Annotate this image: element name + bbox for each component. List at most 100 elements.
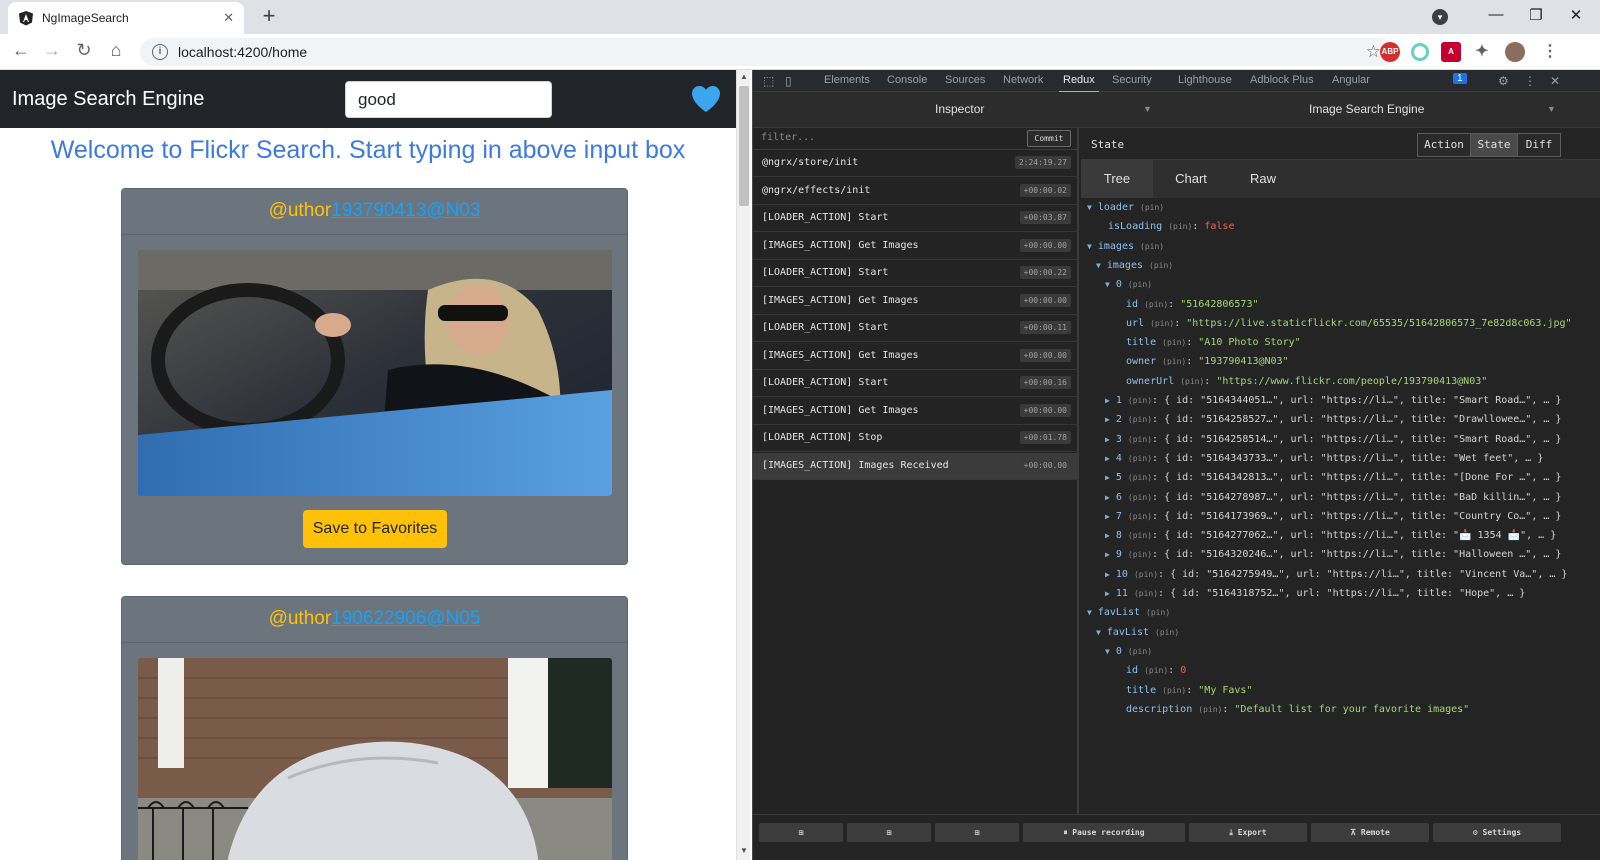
collapsed-arrow-icon[interactable]: ▶	[1105, 512, 1110, 521]
bookmark-star-icon[interactable]: ☆	[1366, 42, 1381, 62]
close-window-icon[interactable]: ✕	[1556, 6, 1596, 24]
action-row[interactable]: [LOADER_ACTION] Stop +00:01.78	[753, 425, 1079, 452]
pin-link[interactable]: (pin)	[1128, 473, 1152, 482]
tree-node[interactable]: ▼ images (pin)	[1096, 260, 1173, 278]
tree-node[interactable]: ▶ 7 (pin): { id: "5164173969…", url: "ht…	[1105, 511, 1561, 529]
pin-link[interactable]: (pin)	[1162, 686, 1186, 695]
author-link[interactable]: 190622906@N05	[331, 608, 480, 629]
address-bar[interactable]: i localhost:4200/home ☆	[140, 38, 1395, 66]
action-row[interactable]: [IMAGES_ACTION] Get Images +00:00.00	[753, 398, 1079, 425]
pin-link[interactable]: (pin)	[1140, 242, 1164, 251]
collapsed-arrow-icon[interactable]: ▶	[1105, 415, 1110, 424]
inspect-element-icon[interactable]: ⬚	[763, 74, 774, 88]
collapsed-arrow-icon[interactable]: ▶	[1105, 493, 1110, 502]
commit-button[interactable]: Commit	[1027, 130, 1071, 147]
expanded-arrow-icon[interactable]: ▼	[1105, 647, 1110, 656]
action-row[interactable]: @ngrx/effects/init +00:00.02	[753, 178, 1079, 205]
pin-link[interactable]: (pin)	[1128, 435, 1152, 444]
action-row[interactable]: [LOADER_ACTION] Start +00:00.11	[753, 315, 1079, 342]
action-filter[interactable]: filter... Commit	[753, 128, 1079, 150]
action-row[interactable]: [LOADER_ACTION] Start +00:00.22	[753, 260, 1079, 287]
site-info-icon[interactable]: i	[152, 44, 168, 60]
pin-link[interactable]: (pin)	[1162, 338, 1186, 347]
inspector-dropdown-icon[interactable]: ▼	[1143, 104, 1152, 114]
profile-avatar[interactable]	[1505, 42, 1525, 62]
pin-link[interactable]: (pin)	[1128, 512, 1152, 521]
tree-node[interactable]: ▼ favList (pin)	[1087, 607, 1170, 625]
collapsed-arrow-icon[interactable]: ▶	[1105, 435, 1110, 444]
new-tab-icon[interactable]: +	[256, 4, 282, 30]
collapsed-arrow-icon[interactable]: ▶	[1105, 396, 1110, 405]
action-row[interactable]: @ngrx/store/init 2:24:19.27	[753, 150, 1079, 177]
devtools-tab-adblock-plus[interactable]: Adblock Plus	[1250, 74, 1314, 86]
pin-link[interactable]: (pin)	[1128, 280, 1152, 289]
extensions-puzzle-icon[interactable]: ✦	[1472, 42, 1492, 62]
collapsed-arrow-icon[interactable]: ▶	[1105, 473, 1110, 482]
view-tab-chart[interactable]: Chart	[1155, 160, 1227, 198]
segment-state[interactable]: State	[1470, 133, 1518, 157]
pin-link[interactable]: (pin)	[1128, 550, 1152, 559]
pin-link[interactable]: (pin)	[1150, 319, 1174, 328]
segment-diff[interactable]: Diff	[1517, 133, 1561, 157]
export-button[interactable]: ⤓ Export	[1189, 823, 1307, 842]
tree-node[interactable]: ▶ 8 (pin): { id: "5164277062…", url: "ht…	[1105, 530, 1556, 548]
tree-node[interactable]: ▶ 10 (pin): { id: "5164275949…", url: "h…	[1105, 569, 1567, 587]
search-input[interactable]	[345, 81, 552, 118]
tree-node[interactable]: ▶ 9 (pin): { id: "5164320246…", url: "ht…	[1105, 549, 1561, 567]
monitor-dropdown-icon[interactable]: ▼	[1547, 104, 1556, 114]
app-brand[interactable]: Image Search Engine	[12, 88, 204, 111]
reload-icon[interactable]: ↻	[72, 40, 96, 61]
devtools-tab-sources[interactable]: Sources	[945, 74, 985, 86]
pin-link[interactable]: (pin)	[1128, 396, 1152, 405]
action-row[interactable]: [LOADER_ACTION] Start +00:03.87	[753, 205, 1079, 232]
expanded-arrow-icon[interactable]: ▼	[1105, 280, 1110, 289]
monitor-title[interactable]: Image Search Engine	[1309, 102, 1424, 116]
devtools-tab-console[interactable]: Console	[887, 74, 927, 86]
author-link[interactable]: 193790413@N03	[331, 200, 480, 221]
pin-link[interactable]: (pin)	[1155, 628, 1179, 637]
pin-link[interactable]: (pin)	[1162, 357, 1186, 366]
view-tab-tree[interactable]: Tree	[1081, 160, 1153, 198]
action-row[interactable]: [IMAGES_ACTION] Get Images +00:00.00	[753, 233, 1079, 260]
view-tab-raw[interactable]: Raw	[1227, 160, 1299, 198]
collapsed-arrow-icon[interactable]: ▶	[1105, 454, 1110, 463]
pin-link[interactable]: (pin)	[1128, 647, 1152, 656]
action-row[interactable]: [IMAGES_ACTION] Get Images +00:00.00	[753, 288, 1079, 315]
pin-link[interactable]: (pin)	[1146, 608, 1170, 617]
remote-button[interactable]: ⊼ Remote	[1311, 823, 1429, 842]
tree-node[interactable]: ▼ images (pin)	[1087, 241, 1164, 259]
restore-icon[interactable]: ❐	[1516, 6, 1556, 24]
expanded-arrow-icon[interactable]: ▼	[1096, 628, 1101, 637]
tree-node[interactable]: ▶ 11 (pin): { id: "5164318752…", url: "h…	[1105, 588, 1525, 606]
tree-node[interactable]: ▼ 0 (pin)	[1105, 646, 1152, 664]
close-tab-icon[interactable]: ✕	[223, 10, 234, 26]
pin-link[interactable]: (pin)	[1149, 261, 1173, 270]
action-row[interactable]: [LOADER_ACTION] Start +00:00.16	[753, 370, 1079, 397]
pause-recording-button[interactable]: ⏸ Pause recording	[1023, 823, 1185, 842]
tree-node[interactable]: ▶ 2 (pin): { id: "5164258527…", url: "ht…	[1105, 414, 1561, 432]
segment-action[interactable]: Action	[1417, 133, 1471, 157]
scroll-down-icon[interactable]: ▼	[740, 846, 748, 855]
page-scrollbar[interactable]: ▲ ▼	[736, 70, 750, 860]
devtools-tab-security[interactable]: Security	[1112, 74, 1152, 86]
pin-link[interactable]: (pin)	[1180, 377, 1204, 386]
dock-bottom-icon[interactable]: ⊞	[935, 823, 1019, 842]
pin-link[interactable]: (pin)	[1128, 531, 1152, 540]
extension-ring-icon[interactable]	[1411, 43, 1429, 61]
collapsed-arrow-icon[interactable]: ▶	[1105, 550, 1110, 559]
tree-node[interactable]: ▼ 0 (pin)	[1105, 279, 1152, 297]
devtools-tab-elements[interactable]: Elements	[824, 74, 870, 86]
devtools-tab-lighthouse[interactable]: Lighthouse	[1178, 74, 1232, 86]
pin-link[interactable]: (pin)	[1128, 454, 1152, 463]
issues-badge[interactable]: 1	[1453, 73, 1467, 84]
devtools-tab-network[interactable]: Network	[1003, 74, 1043, 86]
minimize-icon[interactable]: —	[1476, 6, 1516, 23]
pin-link[interactable]: (pin)	[1128, 493, 1152, 502]
pin-link[interactable]: (pin)	[1144, 300, 1168, 309]
pin-link[interactable]: (pin)	[1168, 222, 1192, 231]
tree-node[interactable]: ▶ 4 (pin): { id: "5164343733…", url: "ht…	[1105, 453, 1543, 471]
save-to-favorites-button[interactable]: Save to Favorites	[303, 510, 447, 548]
home-icon[interactable]: ⌂	[104, 40, 128, 61]
action-row[interactable]: [IMAGES_ACTION] Images Received +00:00.00	[753, 452, 1079, 480]
angular-devtools-extension-icon[interactable]: A	[1441, 42, 1461, 62]
